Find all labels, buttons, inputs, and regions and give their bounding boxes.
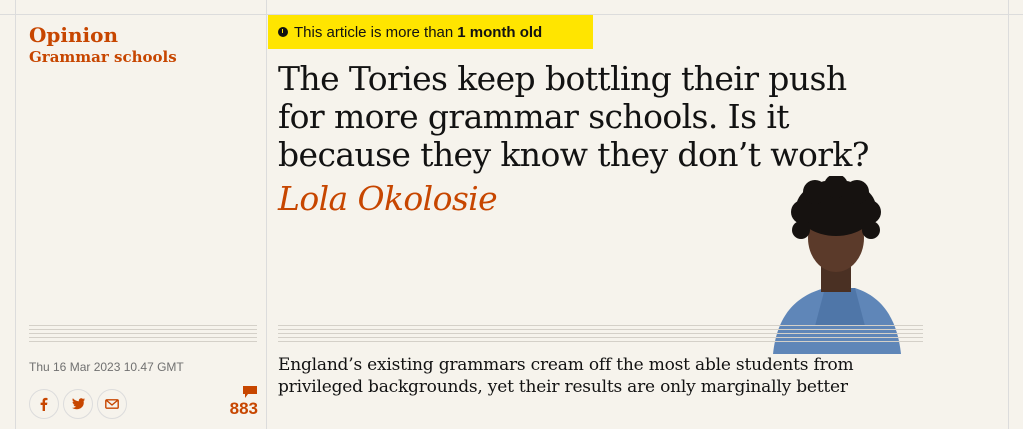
comment-bubble-icon — [243, 386, 257, 398]
clock-icon — [278, 27, 288, 37]
column-divider-left — [15, 0, 16, 429]
facebook-icon — [40, 397, 48, 411]
comments-link[interactable]: 883 — [222, 385, 258, 419]
share-facebook-button[interactable] — [29, 389, 59, 419]
section-link[interactable]: Opinion — [29, 22, 177, 48]
age-warning-badge: This article is more than 1 month old — [268, 15, 593, 49]
share-twitter-button[interactable] — [63, 389, 93, 419]
share-buttons — [29, 389, 127, 419]
envelope-icon — [105, 399, 119, 409]
age-warning-prefix: This article is more than — [294, 23, 454, 41]
share-email-button[interactable] — [97, 389, 127, 419]
kicker: Opinion Grammar schools — [29, 22, 177, 66]
standfirst-divider-stripes — [278, 325, 923, 343]
publication-date: Thu 16 Mar 2023 10.47 GMT — [29, 360, 184, 374]
age-warning-emphasis: 1 month old — [457, 23, 543, 41]
section-divider-stripes — [29, 325, 257, 343]
column-divider-middle — [266, 0, 267, 429]
byline-author-link[interactable]: Lola Okolosie — [278, 179, 498, 219]
comment-count: 883 — [229, 399, 258, 418]
series-link[interactable]: Grammar schools — [29, 48, 177, 66]
headline: The Tories keep bottling their push for … — [278, 59, 869, 174]
column-divider-right — [1008, 0, 1009, 429]
standfirst: England’s existing grammars cream off th… — [278, 355, 854, 397]
twitter-icon — [71, 398, 85, 410]
